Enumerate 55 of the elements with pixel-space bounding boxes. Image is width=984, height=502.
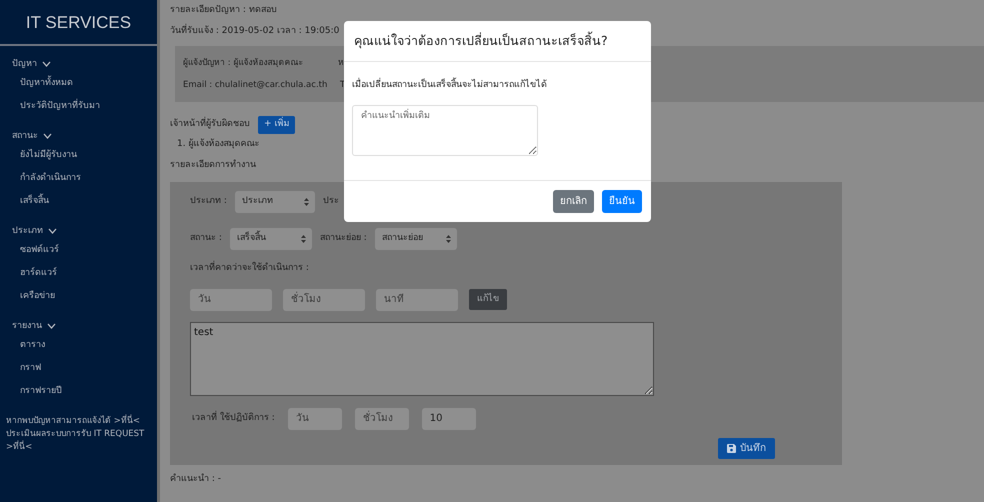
menu-group-header[interactable]: ปัญหา — [12, 56, 51, 72]
sidebar-item[interactable]: กำลังดำเนินการ — [12, 166, 157, 190]
comment-field[interactable]: คำแนะนำเพิ่มเติม — [352, 105, 538, 156]
sidebar-item[interactable]: ตาราง — [12, 334, 157, 356]
status-label: สถานะ : — [190, 232, 222, 245]
reporter-email: Email : chulalinet@car.chula.ac.th — [183, 79, 328, 92]
sidebar-item[interactable]: ปัญหาทั้งหมด — [12, 72, 157, 94]
actual-time-label: เวลาที่ ใช้ปฏิบัติการ : — [192, 412, 275, 425]
input-field[interactable]: นาที — [376, 288, 458, 310]
confirm-button[interactable]: ยืนยัน — [602, 190, 642, 213]
input-field[interactable]: วัน — [190, 288, 272, 310]
sidebar-item[interactable]: ยังไม่มีผู้รับงาน — [12, 144, 157, 166]
sidebar-item[interactable]: กราฟรายปี — [12, 380, 157, 402]
sort-arrows-icon — [300, 234, 306, 242]
substatus-label: สถานะย่อย : — [320, 232, 367, 245]
truncated-text: ห — [338, 57, 344, 70]
sidebar-item[interactable]: เสร็จสิ้น — [12, 190, 157, 212]
sidebar-item[interactable]: ซอฟต์แวร์ — [12, 238, 157, 262]
staff-item: 1. ผู้แจ้งห้องสมุดคณะ — [176, 138, 260, 150]
notes-field[interactable]: test — [190, 322, 654, 396]
sidebar-link[interactable]: ประเมินผลระบบการรับ IT REQUEST >ที่นี่< — [6, 428, 153, 454]
input-field[interactable]: ชั่วโมง — [354, 408, 409, 430]
sort-arrows-icon — [304, 198, 309, 206]
select-field[interactable]: เสร็จสิ้น — [230, 228, 312, 250]
received-date: วันที่รับแจ้ง : 2019-05-02 เวลา : 19:05:0 — [165, 21, 340, 42]
save-icon — [727, 444, 736, 452]
cancel-button[interactable]: ยกเลิก — [553, 190, 594, 213]
sort-arrows-icon — [446, 234, 451, 242]
input-field[interactable]: วัน — [288, 408, 342, 430]
menu-group-header[interactable]: สถานะ — [12, 128, 52, 144]
estimate-label: เวลาที่คาดว่าจะใช้ดำเนินการ : — [190, 260, 310, 274]
input-field[interactable]: 10 — [422, 408, 476, 430]
work-details-label: รายละเอียดการทำงาน — [169, 158, 256, 172]
staff-label: เจ้าหน้าที่ผู้รับผิดชอบ — [170, 118, 250, 132]
app-title: IT SERVICES — [0, 0, 157, 46]
truncated-text: ประ — [322, 194, 339, 208]
type-label: ประเภท : — [190, 194, 227, 208]
dialog-message: เมื่อเปลี่ยนสถานะเป็นเสร็จสิ้นจะไม่สามารถแก้ไขได้ — [352, 80, 547, 90]
select-field[interactable]: ประเภท — [234, 190, 315, 212]
menu-group-header[interactable]: ประเภท — [12, 222, 57, 238]
save-button[interactable]: บันทึก — [718, 438, 775, 458]
input-field[interactable]: ชั่วโมง — [283, 288, 365, 310]
sidebar-item[interactable]: ประวัติปัญหาที่รับมา — [12, 94, 157, 118]
sidebar-item[interactable]: ฮาร์ดแวร์ — [12, 262, 157, 284]
problem-description: รายละเอียดปัญหา : ทดสอบ — [169, 4, 277, 17]
sidebar-link[interactable]: หากพบปัญหาสามารถแจ้งได้ >ที่นี่< — [6, 414, 153, 428]
dialog-title: คุณแน่ใจว่าต้องการเปลี่ยนเป็นสถานะเสร็จสิ้น? — [354, 33, 608, 48]
sidebar-item[interactable]: กราฟ — [12, 356, 157, 380]
add-button[interactable]: + เพิ่ม — [258, 116, 296, 134]
advice-text: คำแนะนำ : - — [169, 472, 222, 486]
sidebar-item[interactable]: เครือข่าย — [12, 284, 157, 308]
edit-button[interactable]: แก้ไข — [469, 288, 507, 310]
select-field[interactable]: สถานะย่อย — [374, 228, 457, 250]
menu-group-header[interactable]: รายงาน — [12, 318, 56, 334]
reporter-name: ผู้แจ้งปัญหา : ผู้แจ้งห้องสมุดคณะ — [183, 57, 304, 70]
